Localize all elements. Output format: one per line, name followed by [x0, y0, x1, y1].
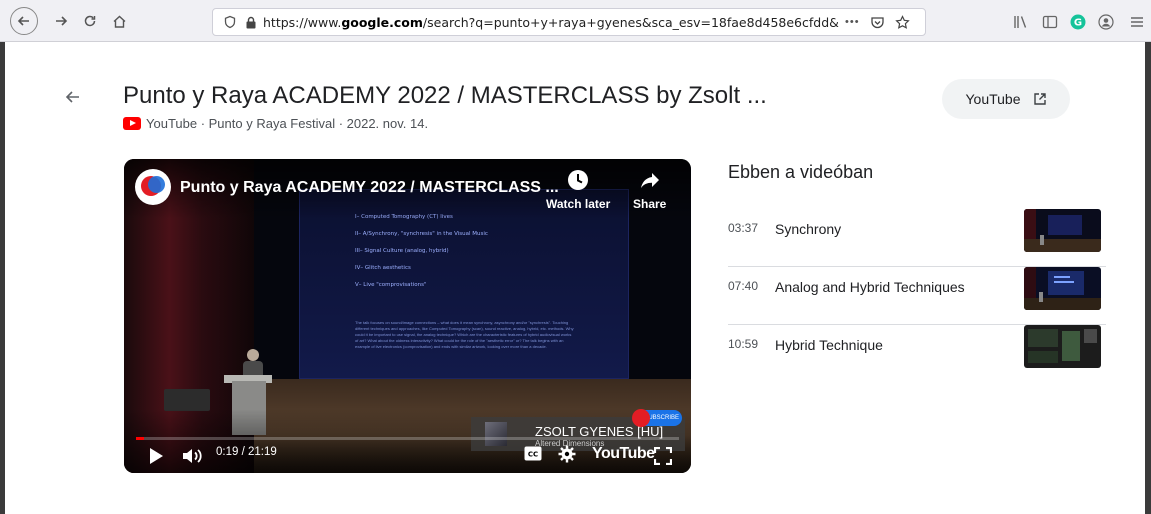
slide-line-2: II– A/Synchrony, "synchresis" in the Vis…	[355, 231, 488, 237]
share-label: Share	[633, 197, 667, 211]
reload-button[interactable]	[78, 9, 102, 33]
clock-icon	[568, 170, 589, 190]
home-button[interactable]	[107, 9, 131, 33]
open-youtube-button[interactable]: YouTube	[942, 79, 1070, 119]
search-result-panel: Punto y Raya ACADEMY 2022 / MASTERCLASS …	[5, 42, 1145, 514]
gear-icon	[558, 445, 576, 463]
sidebar-toggle-icon[interactable]	[1041, 13, 1059, 31]
chapter-thumbnail	[1024, 325, 1101, 368]
library-icon[interactable]	[1012, 13, 1030, 31]
back-arrow-icon	[17, 16, 29, 26]
forward-arrow-icon	[56, 16, 68, 26]
lock-icon[interactable]	[245, 16, 257, 29]
endcard-thumbnail	[485, 422, 507, 446]
chapter-label: Synchrony	[775, 221, 842, 237]
subscribe-dot	[632, 409, 650, 427]
chapter-time: 07:40	[728, 279, 759, 293]
forward-button[interactable]	[49, 9, 73, 33]
grammarly-extension-icon[interactable]: G	[1069, 13, 1087, 31]
panel-back-button[interactable]	[65, 89, 81, 110]
pocket-icon[interactable]	[870, 15, 885, 30]
url-prefix: https://www.	[263, 14, 342, 30]
open-youtube-label: YouTube	[965, 91, 1021, 107]
chapter-item[interactable]: 10:59 Hybrid Technique	[728, 325, 1106, 383]
chapter-thumbnail	[1024, 267, 1101, 310]
svg-text:G: G	[1074, 18, 1082, 29]
channel-avatar[interactable]	[135, 169, 171, 205]
url-domain: google.com	[341, 14, 423, 30]
result-meta: YouTube · Punto y Raya Festival · 2022. …	[123, 116, 428, 131]
chapter-thumbnail	[1024, 209, 1101, 252]
shield-icon[interactable]	[223, 15, 237, 29]
url-path: /search?q=punto+y+raya+gyenes&sca_esv=18…	[422, 14, 839, 30]
chapter-time: 03:37	[728, 221, 759, 235]
svg-text:CC: CC	[528, 451, 538, 459]
slide-line-5: V– Live "comprovisations"	[355, 282, 427, 288]
chapter-item[interactable]: 07:40 Analog and Hybrid Techniques	[728, 267, 1106, 325]
account-icon[interactable]	[1097, 13, 1115, 31]
share-button[interactable]: Share	[633, 169, 666, 211]
video-title[interactable]: Punto y Raya ACADEMY 2022 / MASTERCLASS …	[180, 179, 559, 197]
external-link-icon	[1033, 93, 1046, 105]
watch-later-label: Watch later	[546, 197, 611, 211]
fullscreen-icon	[654, 447, 672, 465]
back-button[interactable]	[10, 7, 38, 35]
fullscreen-button[interactable]	[654, 447, 672, 465]
share-arrow-icon	[640, 173, 659, 188]
equipment-table	[164, 389, 210, 411]
play-button[interactable]	[148, 447, 164, 465]
page-actions-menu[interactable]: •••	[845, 16, 860, 28]
home-icon	[113, 15, 125, 28]
time-display: 0:19 / 21:19	[216, 446, 277, 458]
arrow-left-icon	[65, 91, 79, 103]
address-bar[interactable]: https://www.google.com/search?q=punto+y+…	[212, 8, 926, 36]
youtube-logo-icon	[123, 117, 141, 130]
chapter-time: 10:59	[728, 337, 759, 351]
menu-icon[interactable]	[1128, 13, 1146, 31]
bookmark-star-icon[interactable]	[894, 14, 910, 30]
chapter-label: Hybrid Technique	[775, 337, 883, 353]
slide-line-3: III– Signal Culture (analog, hybrid)	[355, 248, 449, 254]
captions-icon: CC	[524, 446, 542, 461]
chapters-heading: Ebben a videóban	[728, 162, 874, 182]
settings-button[interactable]	[558, 445, 576, 463]
slide-line-4: IV– Glitch aesthetics	[355, 265, 411, 271]
youtube-wordmark[interactable]: YouTube	[592, 445, 655, 463]
volume-button[interactable]	[182, 447, 204, 465]
video-player[interactable]: I– Computed Tomography (CT) lives II– A/…	[124, 159, 691, 473]
chapter-item[interactable]: 03:37 Synchrony	[728, 209, 1106, 267]
captions-button[interactable]: CC	[524, 446, 542, 461]
url-text[interactable]: https://www.google.com/search?q=punto+y+…	[263, 15, 839, 30]
reload-icon	[84, 15, 96, 27]
progress-fill	[136, 437, 145, 440]
meta-text: YouTube · Punto y Raya Festival · 2022. …	[146, 116, 429, 131]
chapter-label: Analog and Hybrid Techniques	[775, 279, 965, 295]
browser-toolbar: https://www.google.com/search?q=punto+y+…	[0, 0, 1151, 42]
play-icon	[150, 448, 163, 464]
result-title[interactable]: Punto y Raya ACADEMY 2022 / MASTERCLASS …	[123, 82, 767, 110]
progress-bar[interactable]	[136, 437, 679, 440]
watch-later-button[interactable]: Watch later	[546, 169, 610, 211]
volume-icon	[183, 449, 202, 463]
slide-paragraph: The talk focuses on sound/image connecti…	[355, 320, 574, 349]
